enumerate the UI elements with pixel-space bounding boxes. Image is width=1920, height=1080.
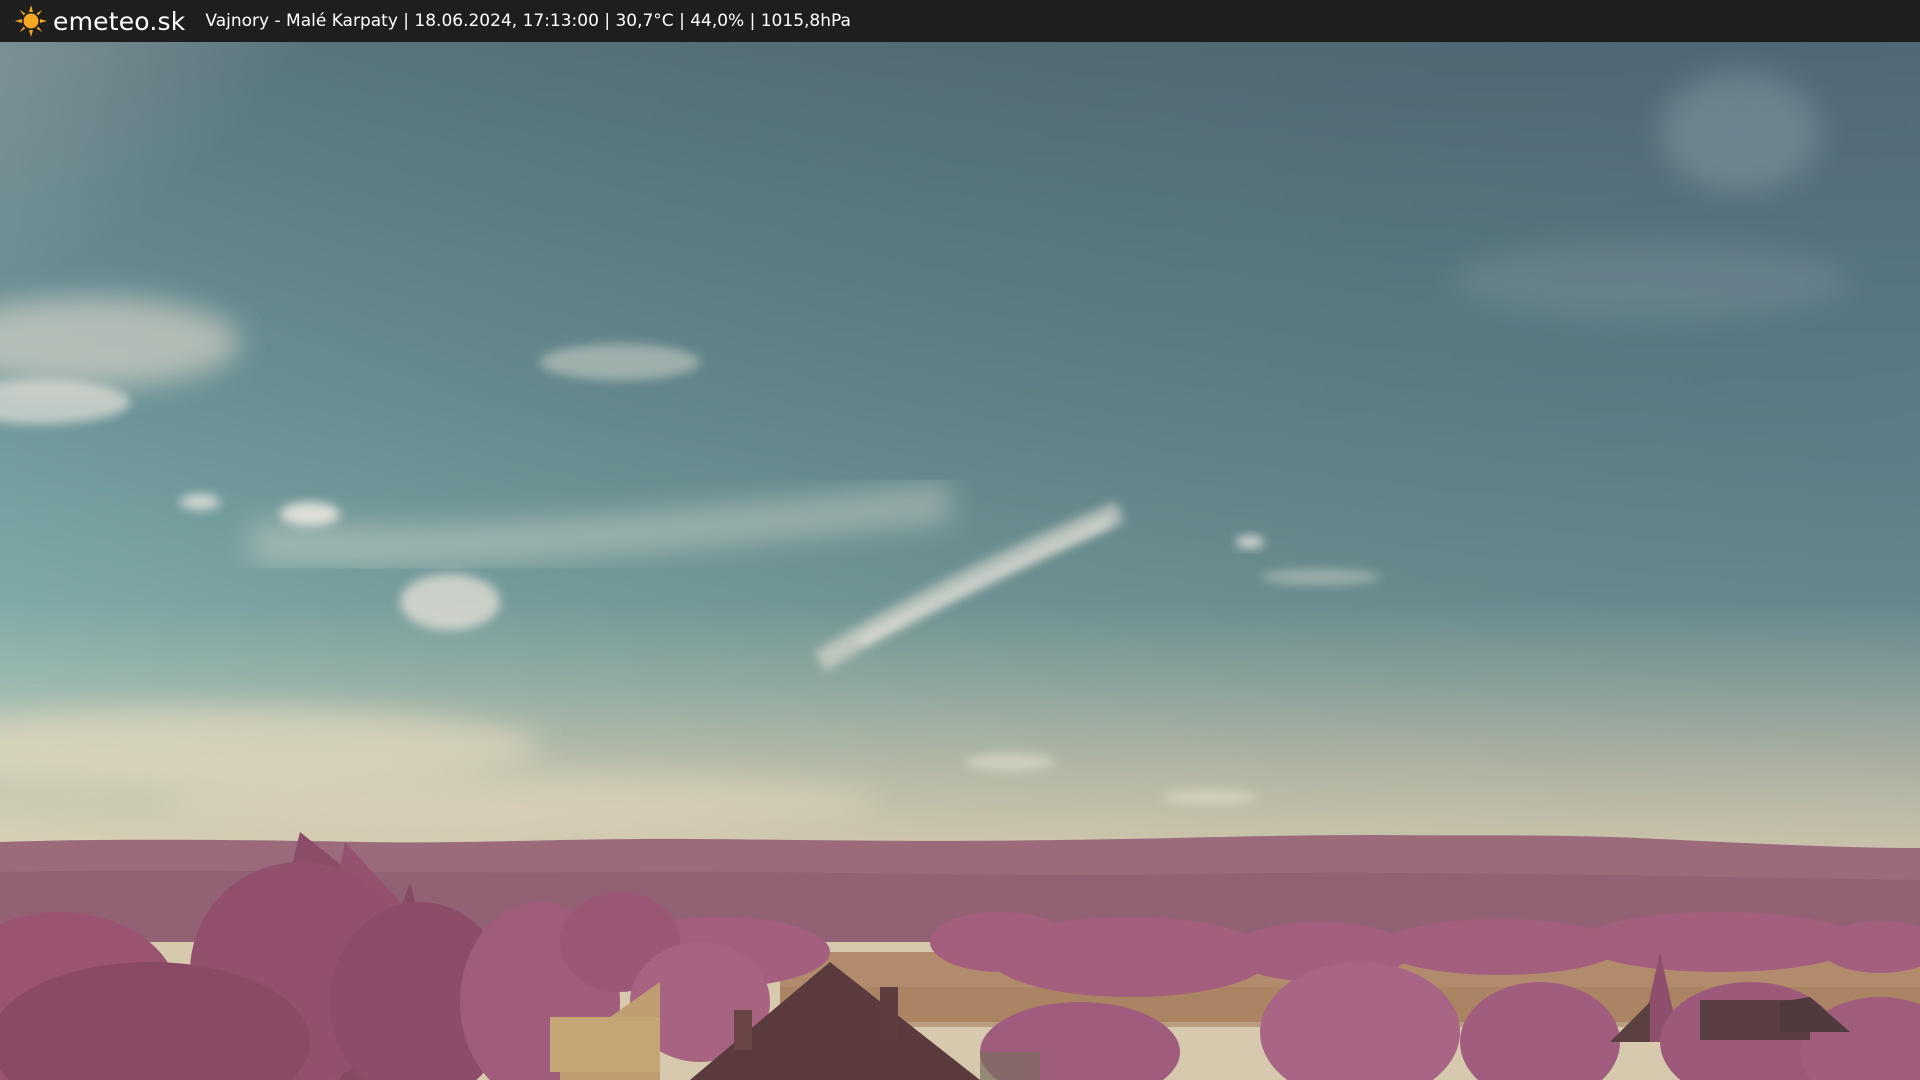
emeteo-logo[interactable]: emeteo.sk [14, 4, 185, 38]
caption-bar: emeteo.sk Vajnory - Malé Karpaty | 18.06… [0, 0, 1920, 42]
brand-name: emeteo.sk [53, 6, 186, 36]
webcam-caption: Vajnory - Malé Karpaty | 18.06.2024, 17:… [205, 11, 851, 31]
webcam-image [0, 42, 1920, 1080]
sun-icon [15, 5, 47, 37]
